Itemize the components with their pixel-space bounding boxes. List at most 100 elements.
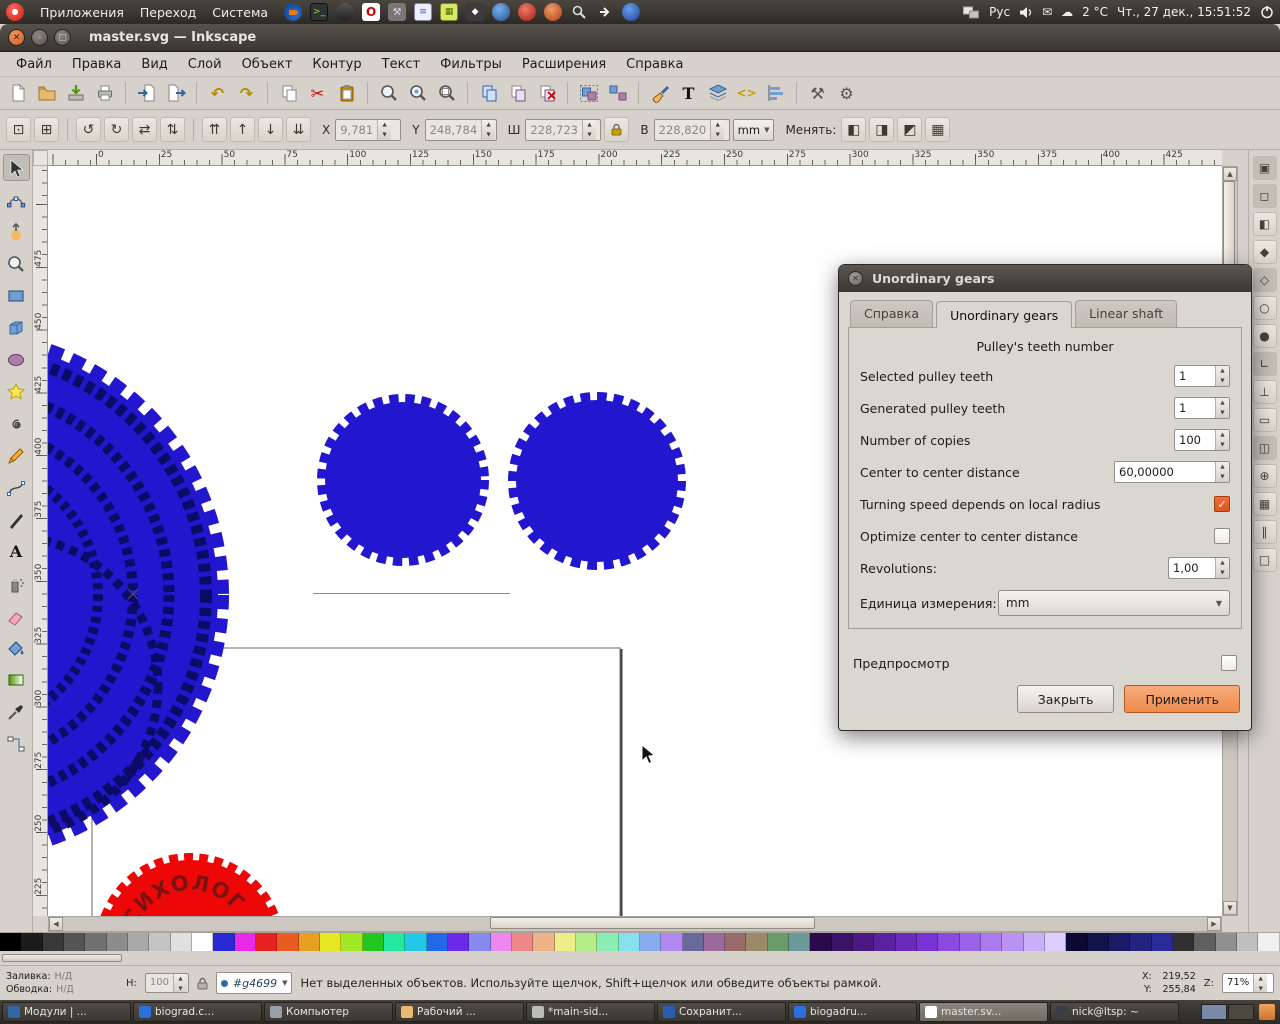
menu-item[interactable]: Вид (131, 54, 177, 75)
units-combo[interactable]: mm ▼ (998, 590, 1230, 616)
paste-button[interactable] (333, 80, 360, 107)
dropper-tool[interactable] (3, 698, 30, 725)
palette-swatch[interactable] (725, 933, 747, 951)
raise-to-top-button[interactable]: ⇈ (202, 117, 227, 142)
menu-item[interactable]: Слой (178, 54, 232, 75)
rectangle-tool[interactable] (3, 282, 30, 309)
snap-toggle-button[interactable]: ◫ (1252, 436, 1277, 460)
scroll-down-icon[interactable]: ▼ (1223, 901, 1237, 915)
text-tool[interactable]: A (3, 538, 30, 565)
chat-launcher-icon[interactable] (622, 3, 641, 21)
snap-toggle-button[interactable]: ▣ (1252, 156, 1277, 180)
taskbar-item[interactable]: Рабочий ... (395, 1002, 524, 1022)
terminal-launcher-icon[interactable]: >_ (310, 3, 329, 21)
tab-help[interactable]: Справка (850, 300, 934, 327)
volume-icon[interactable] (1019, 6, 1033, 19)
dialog-titlebar[interactable]: ✕ Unordinary gears (839, 265, 1251, 292)
arrow-launcher-icon[interactable] (596, 3, 614, 21)
generated-pulley-teeth-spinbox[interactable]: 1 ▲ ▼ (1174, 397, 1230, 419)
palette-swatch[interactable] (1130, 933, 1152, 951)
palette-swatch[interactable] (1087, 933, 1110, 951)
box3d-tool[interactable] (3, 314, 30, 341)
lock-ratio-button[interactable] (604, 117, 630, 142)
snap-toggle-button[interactable]: ◧ (1252, 212, 1277, 236)
dialog-close-icon[interactable]: ✕ (848, 271, 863, 286)
tab-linear-shaft[interactable]: Linear shaft (1075, 300, 1178, 327)
open-document-button[interactable] (33, 80, 60, 107)
palette-swatch[interactable] (917, 933, 939, 951)
palette-swatch[interactable] (170, 933, 192, 951)
palette-swatch[interactable] (682, 933, 704, 951)
selector-tool[interactable] (2, 154, 30, 181)
spiral-tool[interactable] (3, 410, 30, 437)
hscroll-thumb[interactable] (490, 917, 815, 929)
palette-swatch[interactable] (1237, 933, 1259, 951)
create-clone-button[interactable] (504, 80, 531, 107)
snap-toggle-button[interactable]: ∟ (1252, 352, 1277, 376)
menu-item[interactable]: Контур (302, 54, 371, 75)
palette-swatch[interactable] (1109, 933, 1131, 951)
flip-vertical-button[interactable]: ⇅ (160, 117, 185, 142)
layer-selector[interactable]: #g4699 ▼ (215, 972, 293, 994)
stroke-value[interactable]: Н/Д (56, 984, 74, 995)
app-red2-icon[interactable] (544, 3, 563, 21)
palette-swatch[interactable] (341, 933, 363, 951)
palette-swatch[interactable] (1023, 933, 1046, 951)
palette-swatch[interactable] (0, 933, 22, 951)
menu-item[interactable]: Текст (372, 54, 431, 75)
media-launcher-icon[interactable] (336, 3, 355, 21)
xml-editor-button[interactable]: <> (733, 80, 760, 107)
ungroup-button[interactable] (604, 80, 631, 107)
taskbar-item[interactable]: biograd.c... (133, 1002, 262, 1022)
palette-swatch[interactable] (234, 933, 256, 951)
taskbar-item[interactable]: master.sv... (919, 1002, 1048, 1022)
mail-icon[interactable]: ✉ (1042, 5, 1052, 19)
palette-swatch[interactable] (362, 933, 384, 951)
menu-item[interactable]: Справка (616, 54, 693, 75)
palette-swatch[interactable] (1194, 933, 1216, 951)
panel-menu-item[interactable]: Система (204, 3, 276, 22)
layer-lock-icon[interactable] (197, 977, 208, 990)
palette-swatch[interactable] (1066, 933, 1088, 951)
palette-swatch[interactable] (533, 933, 555, 951)
palette-swatch[interactable] (1045, 933, 1067, 951)
window-maximize-button[interactable]: □ (54, 29, 71, 46)
zoom-page-button[interactable] (433, 80, 460, 107)
palette-swatch[interactable] (42, 933, 64, 951)
panel-menu-item[interactable]: Приложения (32, 3, 132, 22)
palette-swatch[interactable] (789, 933, 811, 951)
taskbar-item[interactable]: Компьютер (264, 1002, 393, 1022)
zoom-spinbox[interactable]: 71% ▲ ▼ (1222, 973, 1274, 993)
menu-item[interactable]: Правка (62, 54, 131, 75)
preferences-button[interactable]: ⚒ (804, 80, 831, 107)
globe-launcher-icon[interactable] (492, 3, 511, 21)
palette-swatch[interactable] (127, 933, 150, 951)
eraser-tool[interactable] (3, 602, 30, 629)
export-button[interactable] (162, 80, 189, 107)
center-distance-spinbox[interactable]: 60,00000 ▲ ▼ (1114, 461, 1230, 483)
menu-item[interactable]: Расширения (512, 54, 616, 75)
snap-toggle-button[interactable]: □ (1252, 548, 1277, 572)
palette-swatch[interactable] (746, 933, 768, 951)
palette-swatch[interactable] (1173, 933, 1195, 951)
affect-corners-toggle[interactable]: ◨ (869, 117, 895, 142)
height-spinbox[interactable]: 228,820 ▲ ▼ (653, 118, 730, 141)
show-desktop-icon[interactable] (1259, 1004, 1275, 1020)
search-launcher-icon[interactable] (570, 3, 588, 21)
palette-swatch[interactable] (319, 933, 342, 951)
palette-scrollbar[interactable] (0, 951, 1280, 966)
palette-swatch[interactable] (405, 933, 427, 951)
palette-swatch[interactable] (853, 933, 875, 951)
cut-button[interactable]: ✂ (304, 80, 331, 107)
pencil-tool[interactable] (3, 442, 30, 469)
flip-horizontal-button[interactable]: ⇄ (132, 117, 157, 142)
window-close-button[interactable]: ✕ (8, 29, 25, 46)
print-document-button[interactable] (91, 80, 118, 107)
palette-swatch[interactable] (383, 933, 406, 951)
power-icon[interactable] (1260, 5, 1274, 19)
blue-gear-left[interactable] (317, 394, 489, 566)
workspace-2[interactable] (1228, 1004, 1254, 1020)
palette-swatch[interactable] (938, 933, 960, 951)
palette-swatch[interactable] (149, 933, 171, 951)
fill-value[interactable]: Н/Д (55, 971, 73, 982)
